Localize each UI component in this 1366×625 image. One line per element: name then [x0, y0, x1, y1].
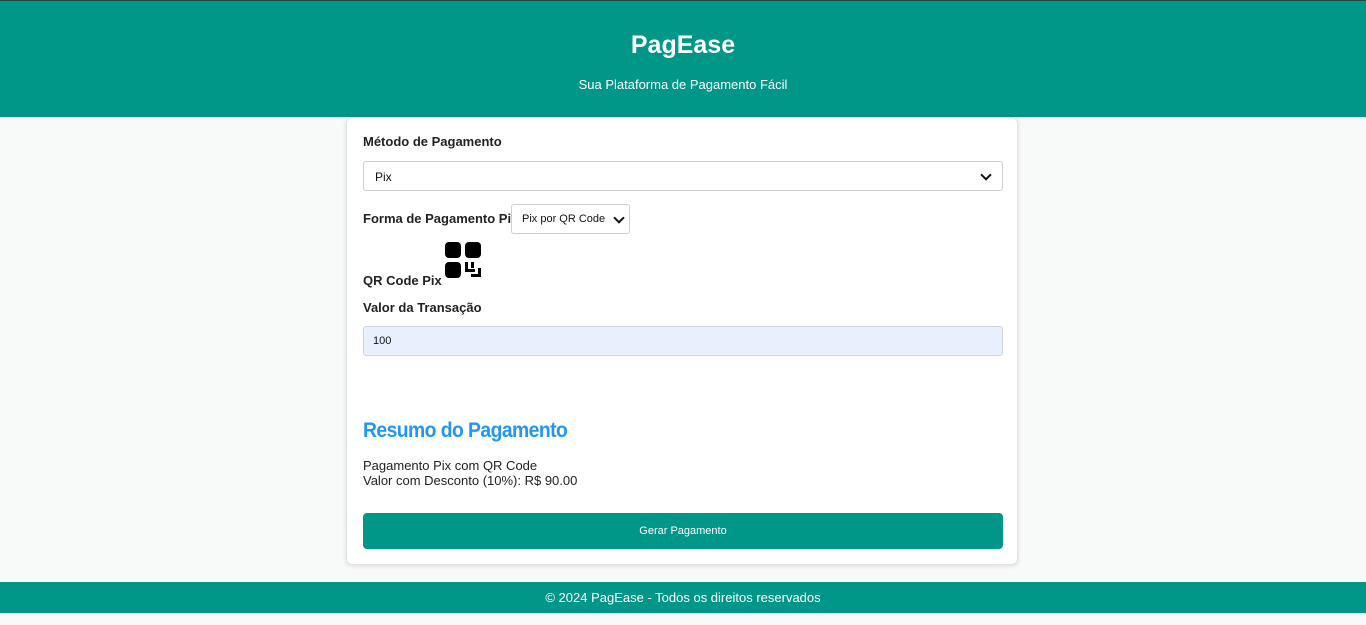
summary-title: Resumo do Pagamento: [363, 419, 568, 442]
app-subtitle: Sua Plataforma de Pagamento Fácil: [578, 77, 788, 92]
pix-type-label: Forma de Pagamento Pix: [363, 211, 519, 226]
pix-type-select[interactable]: Pix por QR Code: [511, 204, 630, 234]
summary-discount: Valor com Desconto (10%): R$ 90.00: [363, 473, 578, 488]
chevron-down-icon: [613, 212, 625, 224]
payment-method-label: Método de Pagamento: [363, 134, 502, 149]
qr-code-icon: [445, 242, 481, 278]
amount-value: 100: [373, 335, 392, 347]
amount-input[interactable]: 100: [363, 326, 1003, 356]
pix-type-value: Pix por QR Code: [522, 213, 606, 225]
qr-code-label: QR Code Pix: [363, 273, 442, 288]
page-header: PagEase Sua Plataforma de Pagamento Fáci…: [0, 1, 1366, 117]
amount-label: Valor da Transação: [363, 300, 482, 315]
page-footer: © 2024 PagEase - Todos os direitos reser…: [0, 582, 1366, 613]
payment-method-select[interactable]: Pix: [363, 161, 1003, 191]
payment-method-value: Pix: [375, 170, 392, 184]
app-title: PagEase: [630, 31, 736, 59]
generate-payment-button[interactable]: Gerar Pagamento: [363, 513, 1003, 549]
payment-card: Método de Pagamento Pix Forma de Pagamen…: [346, 117, 1018, 565]
summary-method: Pagamento Pix com QR Code: [363, 458, 538, 473]
chevron-down-icon: [980, 169, 992, 181]
